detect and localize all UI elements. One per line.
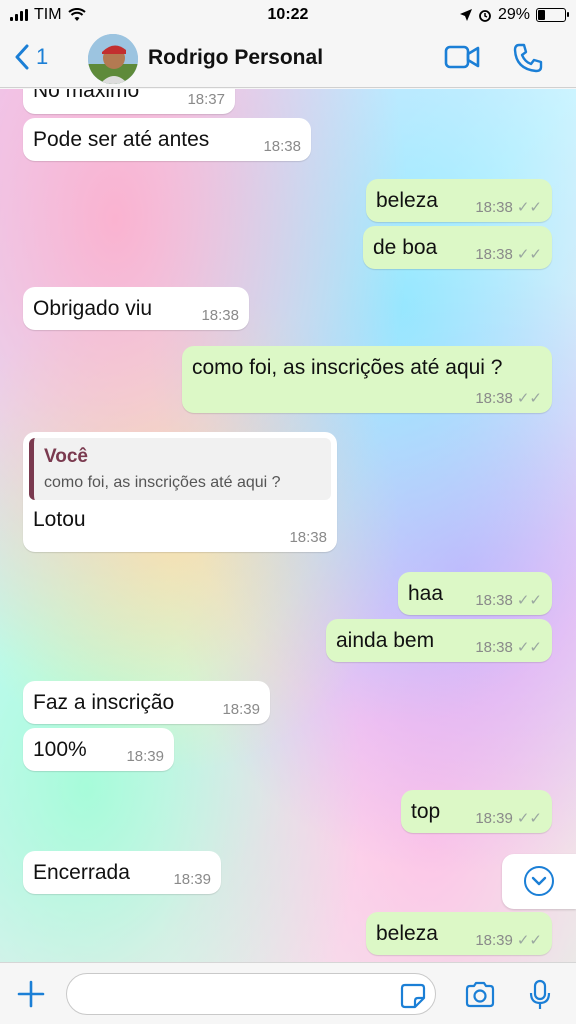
message-meta: 18:39 ✓✓: [475, 809, 542, 828]
message-text: beleza: [376, 922, 438, 945]
camera-icon[interactable]: [464, 981, 496, 1009]
video-call-icon[interactable]: [444, 44, 480, 70]
message-outgoing[interactable]: como foi, as inscrições até aqui ? 18:38…: [182, 346, 552, 413]
quoted-text: como foi, as inscrições até aqui ?: [44, 474, 281, 491]
read-ticks-icon: ✓✓: [516, 199, 542, 216]
message-time: 18:39: [475, 809, 513, 827]
status-bar: TIM 10:22 29%: [0, 0, 576, 30]
read-ticks-icon: ✓✓: [516, 390, 542, 407]
scroll-to-bottom-button[interactable]: [502, 854, 576, 909]
message-text: 100%: [33, 738, 87, 761]
read-ticks-icon: ✓✓: [516, 246, 542, 263]
message-text: beleza: [376, 189, 438, 212]
read-ticks-icon: ✓✓: [516, 810, 542, 827]
message-time: 18:38: [475, 389, 513, 407]
message-text: top: [411, 800, 441, 823]
avatar-image: [88, 34, 138, 84]
message-time: 18:38: [289, 529, 327, 546]
message-text: Faz a inscrição: [33, 691, 175, 714]
message-outgoing[interactable]: beleza 18:38 ✓✓: [366, 179, 552, 222]
status-right-group: 29%: [459, 6, 569, 24]
alarm-icon: [479, 10, 491, 22]
message-meta: 18:38: [263, 138, 301, 155]
avatar[interactable]: [88, 34, 138, 84]
chevron-left-icon: [15, 44, 29, 70]
message-outgoing[interactable]: beleza 18:39 ✓✓: [366, 912, 552, 955]
chevron-down-circle-icon: [524, 866, 554, 896]
message-meta: 18:39: [173, 871, 211, 888]
message-meta: 18:39 ✓✓: [475, 931, 542, 950]
quoted-message[interactable]: Você como foi, as inscrições até aqui ?: [29, 438, 331, 500]
message-time: 18:38: [475, 245, 513, 263]
message-text: de boa: [373, 236, 438, 259]
sticker-icon[interactable]: [400, 983, 426, 1009]
message-text: haa: [408, 582, 444, 605]
location-arrow-icon: [459, 9, 472, 21]
read-ticks-icon: ✓✓: [516, 592, 542, 609]
message-meta: 18:38 ✓✓: [475, 245, 542, 264]
unread-count: 1: [36, 44, 49, 69]
message-time: 18:39: [126, 748, 164, 765]
battery-percent: 29%: [497, 6, 530, 23]
contact-name[interactable]: Rodrigo Personal: [148, 46, 323, 70]
message-time: 18:38: [475, 198, 513, 216]
message-text: Encerrada: [33, 861, 130, 884]
message-meta: 18:37: [187, 91, 225, 108]
message-time: 18:39: [475, 931, 513, 949]
message-composer: [0, 962, 576, 1024]
message-time: 18:39: [173, 871, 211, 888]
message-text: Obrigado viu: [33, 297, 153, 320]
message-incoming-reply[interactable]: Você como foi, as inscrições até aqui ? …: [23, 432, 337, 552]
message-time: 18:38: [475, 591, 513, 609]
message-text: ainda bem: [336, 629, 435, 652]
phone-call-icon[interactable]: [512, 42, 544, 74]
message-outgoing[interactable]: haa 18:38 ✓✓: [398, 572, 552, 615]
message-time: 18:38: [475, 638, 513, 656]
back-button[interactable]: 1: [14, 44, 48, 70]
message-outgoing[interactable]: de boa 18:38 ✓✓: [363, 226, 552, 269]
read-ticks-icon: ✓✓: [516, 639, 542, 656]
message-meta: 18:38: [201, 307, 239, 324]
message-time: 18:39: [222, 701, 260, 718]
message-text: Pode ser até antes: [33, 128, 210, 151]
message-time: 18:38: [201, 307, 239, 324]
message-meta: 18:38 ✓✓: [475, 638, 542, 657]
message-text: Lotou: [33, 508, 86, 531]
message-meta: 18:38 ✓✓: [475, 591, 542, 610]
message-meta: 18:39: [222, 701, 260, 718]
chat-header: 1 Rodrigo Personal: [0, 30, 576, 88]
message-meta: 18:38 ✓✓: [475, 389, 542, 408]
plus-icon[interactable]: [16, 979, 46, 1009]
chat-area[interactable]: No máximo 18:37 Pode ser até antes 18:38…: [0, 89, 576, 962]
message-incoming[interactable]: Obrigado viu 18:38: [23, 287, 249, 330]
message-meta: 18:38: [289, 529, 327, 546]
message-meta: 18:38 ✓✓: [475, 198, 542, 217]
message-incoming[interactable]: 100% 18:39: [23, 728, 174, 771]
microphone-icon[interactable]: [528, 979, 552, 1011]
message-text: No máximo: [33, 89, 140, 102]
message-outgoing[interactable]: top 18:39 ✓✓: [401, 790, 552, 833]
quoted-author: Você: [44, 446, 89, 467]
battery-icon: [536, 8, 569, 22]
message-text: como foi, as inscrições até aqui ?: [192, 356, 503, 379]
read-ticks-icon: ✓✓: [516, 932, 542, 949]
message-incoming[interactable]: No máximo 18:37: [23, 89, 235, 114]
message-input[interactable]: [66, 973, 436, 1015]
message-time: 18:37: [187, 91, 225, 108]
message-incoming[interactable]: Pode ser até antes 18:38: [23, 118, 311, 161]
message-incoming[interactable]: Faz a inscrição 18:39: [23, 681, 270, 724]
message-incoming[interactable]: Encerrada 18:39: [23, 851, 221, 894]
message-time: 18:38: [263, 138, 301, 155]
message-meta: 18:39: [126, 748, 164, 765]
message-outgoing[interactable]: ainda bem 18:38 ✓✓: [326, 619, 552, 662]
